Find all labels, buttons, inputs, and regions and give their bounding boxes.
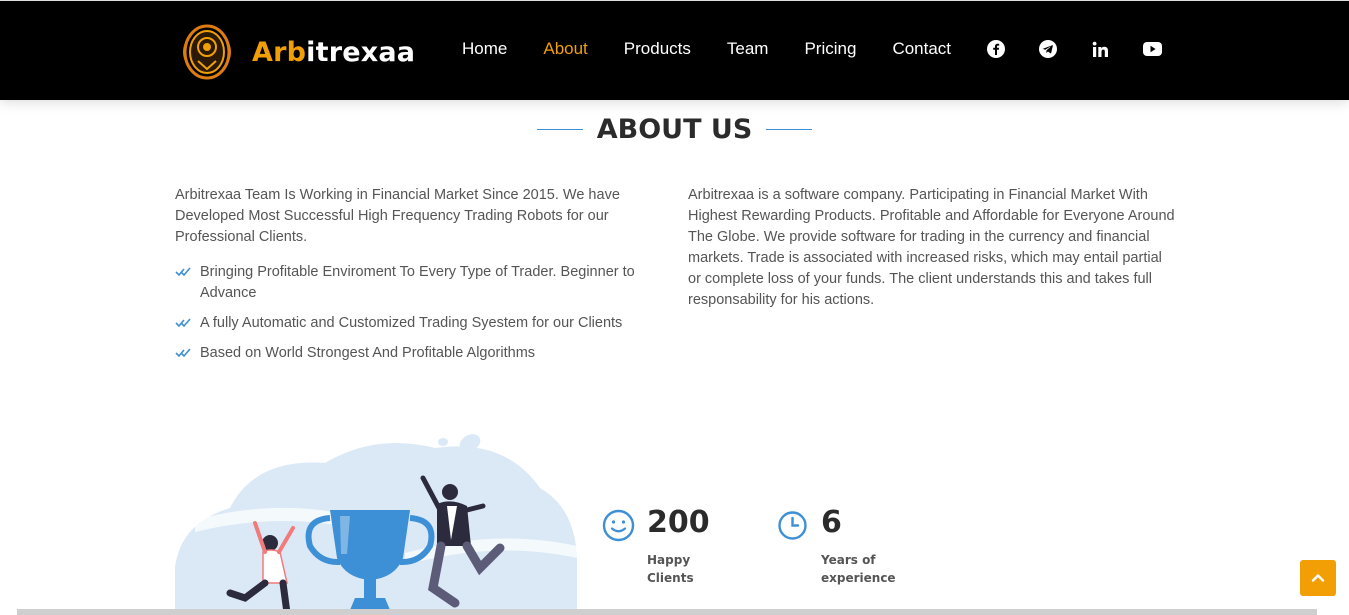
main-nav: Home About Products Team Pricing Contact	[462, 39, 987, 59]
nav-contact[interactable]: Contact	[892, 39, 951, 59]
nav-home[interactable]: Home	[462, 39, 507, 59]
nav-about[interactable]: About	[543, 39, 587, 59]
list-item-text: Bringing Profitable Enviroment To Every …	[200, 264, 635, 301]
heading-line-left	[536, 129, 583, 130]
nav-pricing[interactable]: Pricing	[804, 39, 856, 59]
logo-text-rest: itrexaa	[306, 36, 416, 68]
double-check-icon	[175, 267, 191, 277]
back-to-top-button[interactable]	[1300, 560, 1336, 596]
stat-label: Years of experience	[821, 553, 896, 585]
facebook-icon[interactable]	[986, 39, 1006, 59]
page-title: ABOUT US	[596, 114, 753, 145]
clock-icon	[778, 511, 807, 540]
list-item: A fully Automatic and Customized Trading…	[175, 313, 665, 334]
stat-value: 6	[821, 505, 842, 540]
about-left-column: Arbitrexaa Team Is Working in Financial …	[175, 185, 665, 373]
horizontal-scrollbar[interactable]	[17, 609, 1317, 615]
logo-text: Arbitrexaa	[252, 37, 415, 68]
site-header: Arbitrexaa Home About Products Team Pric…	[0, 0, 1349, 100]
list-item-text: A fully Automatic and Customized Trading…	[200, 315, 623, 331]
logo-emblem-icon	[183, 24, 231, 80]
list-item-text: Based on World Strongest And Profitable …	[200, 345, 536, 361]
double-check-icon	[175, 348, 191, 358]
logo-text-accent: Arb	[252, 36, 307, 68]
stat-label: Happy Clients	[647, 553, 694, 585]
list-item: Based on World Strongest And Profitable …	[175, 343, 665, 364]
double-check-icon	[175, 318, 191, 328]
linkedin-icon[interactable]	[1090, 39, 1110, 59]
list-item: Bringing Profitable Enviroment To Every …	[175, 262, 665, 304]
telegram-icon[interactable]	[1038, 39, 1058, 59]
youtube-icon[interactable]	[1142, 39, 1162, 59]
stat-value: 200	[647, 505, 710, 540]
about-description: Arbitrexaa is a software company. Partic…	[688, 187, 1175, 308]
feature-list: Bringing Profitable Enviroment To Every …	[175, 262, 665, 364]
page: Arbitrexaa Home About Products Team Pric…	[0, 0, 1349, 615]
social-links	[986, 39, 1194, 59]
chevron-up-icon	[1311, 574, 1325, 582]
section-heading: ABOUT US	[0, 114, 1349, 145]
about-intro: Arbitrexaa Team Is Working in Financial …	[175, 187, 620, 245]
nav-team[interactable]: Team	[727, 39, 769, 59]
trophy-celebration-illustration	[175, 434, 577, 615]
about-right-column: Arbitrexaa is a software company. Partic…	[688, 185, 1178, 311]
nav-products[interactable]: Products	[624, 39, 691, 59]
smile-icon	[602, 509, 635, 542]
heading-line-right	[766, 129, 813, 130]
logo[interactable]: Arbitrexaa	[180, 23, 415, 81]
